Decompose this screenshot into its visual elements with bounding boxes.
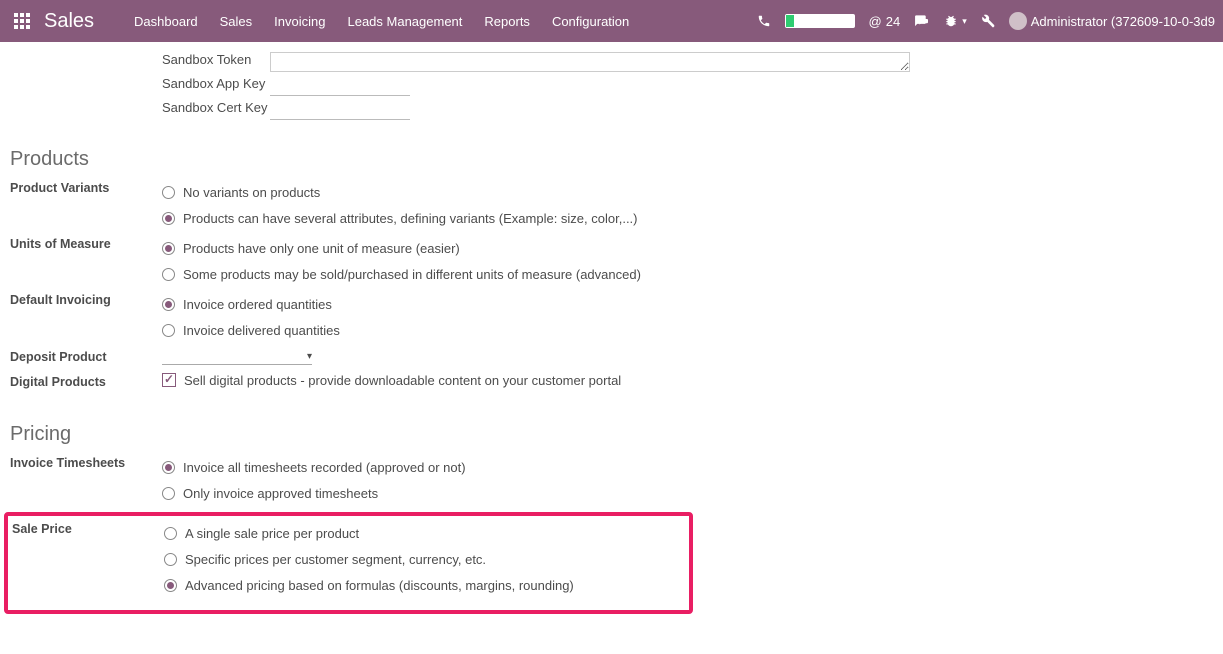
messages-count: 24 — [886, 14, 900, 29]
brand-title[interactable]: Sales — [44, 10, 94, 33]
label-invoice-timesheets: Invoice Timesheets — [10, 456, 162, 470]
radio-variants-none[interactable] — [162, 186, 175, 199]
top-navbar: Sales Dashboard Sales Invoicing Leads Ma… — [0, 0, 1223, 42]
opt-sp-advanced: Advanced pricing based on formulas (disc… — [185, 578, 574, 593]
menu-sales[interactable]: Sales — [220, 14, 253, 29]
radio-variants-multi[interactable] — [162, 212, 175, 225]
opt-ts-all: Invoice all timesheets recorded (approve… — [183, 460, 466, 475]
radio-ts-approved[interactable] — [162, 487, 175, 500]
opt-variants-multi: Products can have several attributes, de… — [183, 211, 638, 226]
sandbox-token-label: Sandbox Token — [162, 52, 270, 67]
radio-sp-advanced[interactable] — [164, 579, 177, 592]
opt-invoicing-delivered: Invoice delivered quantities — [183, 323, 340, 338]
menu-reports[interactable]: Reports — [484, 14, 530, 29]
phone-icon[interactable] — [757, 14, 771, 28]
messages-indicator[interactable]: @24 — [869, 14, 901, 29]
debug-icon[interactable]: ▾ — [944, 14, 967, 28]
sandbox-certkey-label: Sandbox Cert Key — [162, 100, 270, 115]
opt-digital-products: Sell digital products - provide download… — [184, 373, 621, 388]
progress-indicator[interactable] — [785, 14, 855, 28]
main-menu: Dashboard Sales Invoicing Leads Manageme… — [134, 14, 756, 29]
label-deposit-product: Deposit Product — [10, 350, 162, 364]
sandbox-certkey-input[interactable] — [270, 100, 410, 120]
sandbox-appkey-label: Sandbox App Key — [162, 76, 270, 91]
radio-invoicing-ordered[interactable] — [162, 298, 175, 311]
sandbox-appkey-input[interactable] — [270, 76, 410, 96]
label-units-of-measure: Units of Measure — [10, 237, 162, 251]
section-pricing: Pricing — [10, 423, 1213, 446]
opt-uom-single: Products have only one unit of measure (… — [183, 241, 460, 256]
radio-sp-single[interactable] — [164, 527, 177, 540]
radio-ts-all[interactable] — [162, 461, 175, 474]
deposit-product-select[interactable]: ▾ — [162, 349, 312, 365]
opt-sp-single: A single sale price per product — [185, 526, 359, 541]
label-product-variants: Product Variants — [10, 181, 162, 195]
checkbox-digital-products[interactable] — [162, 373, 176, 387]
sandbox-token-input[interactable] — [270, 52, 910, 72]
chevron-down-icon: ▾ — [307, 351, 312, 362]
opt-sp-segment: Specific prices per customer segment, cu… — [185, 552, 486, 567]
menu-dashboard[interactable]: Dashboard — [134, 14, 198, 29]
label-default-invoicing: Default Invoicing — [10, 293, 162, 307]
radio-uom-multi[interactable] — [162, 268, 175, 281]
user-label: Administrator (372609-10-0-3d9 — [1031, 14, 1215, 29]
tools-icon[interactable] — [981, 14, 995, 28]
section-products: Products — [10, 148, 1213, 171]
opt-uom-multi: Some products may be sold/purchased in d… — [183, 267, 641, 282]
label-digital-products: Digital Products — [10, 375, 162, 389]
menu-invoicing[interactable]: Invoicing — [274, 14, 325, 29]
user-menu[interactable]: Administrator (372609-10-0-3d9 — [1009, 12, 1215, 30]
menu-configuration[interactable]: Configuration — [552, 14, 629, 29]
chat-icon[interactable] — [914, 14, 930, 28]
radio-invoicing-delivered[interactable] — [162, 324, 175, 337]
avatar — [1009, 12, 1027, 30]
opt-variants-none: No variants on products — [183, 185, 320, 200]
opt-ts-approved: Only invoice approved timesheets — [183, 486, 378, 501]
menu-leads-management[interactable]: Leads Management — [347, 14, 462, 29]
radio-sp-segment[interactable] — [164, 553, 177, 566]
topbar-right: @24 ▾ Administrator (372609-10-0-3d9 — [757, 12, 1215, 30]
highlight-sale-price: Sale Price A single sale price per produ… — [4, 512, 693, 614]
apps-icon[interactable] — [8, 7, 36, 35]
opt-invoicing-ordered: Invoice ordered quantities — [183, 297, 332, 312]
label-sale-price: Sale Price — [12, 522, 164, 536]
radio-uom-single[interactable] — [162, 242, 175, 255]
settings-content: Sandbox Token Sandbox App Key Sandbox Ce… — [0, 42, 1223, 654]
